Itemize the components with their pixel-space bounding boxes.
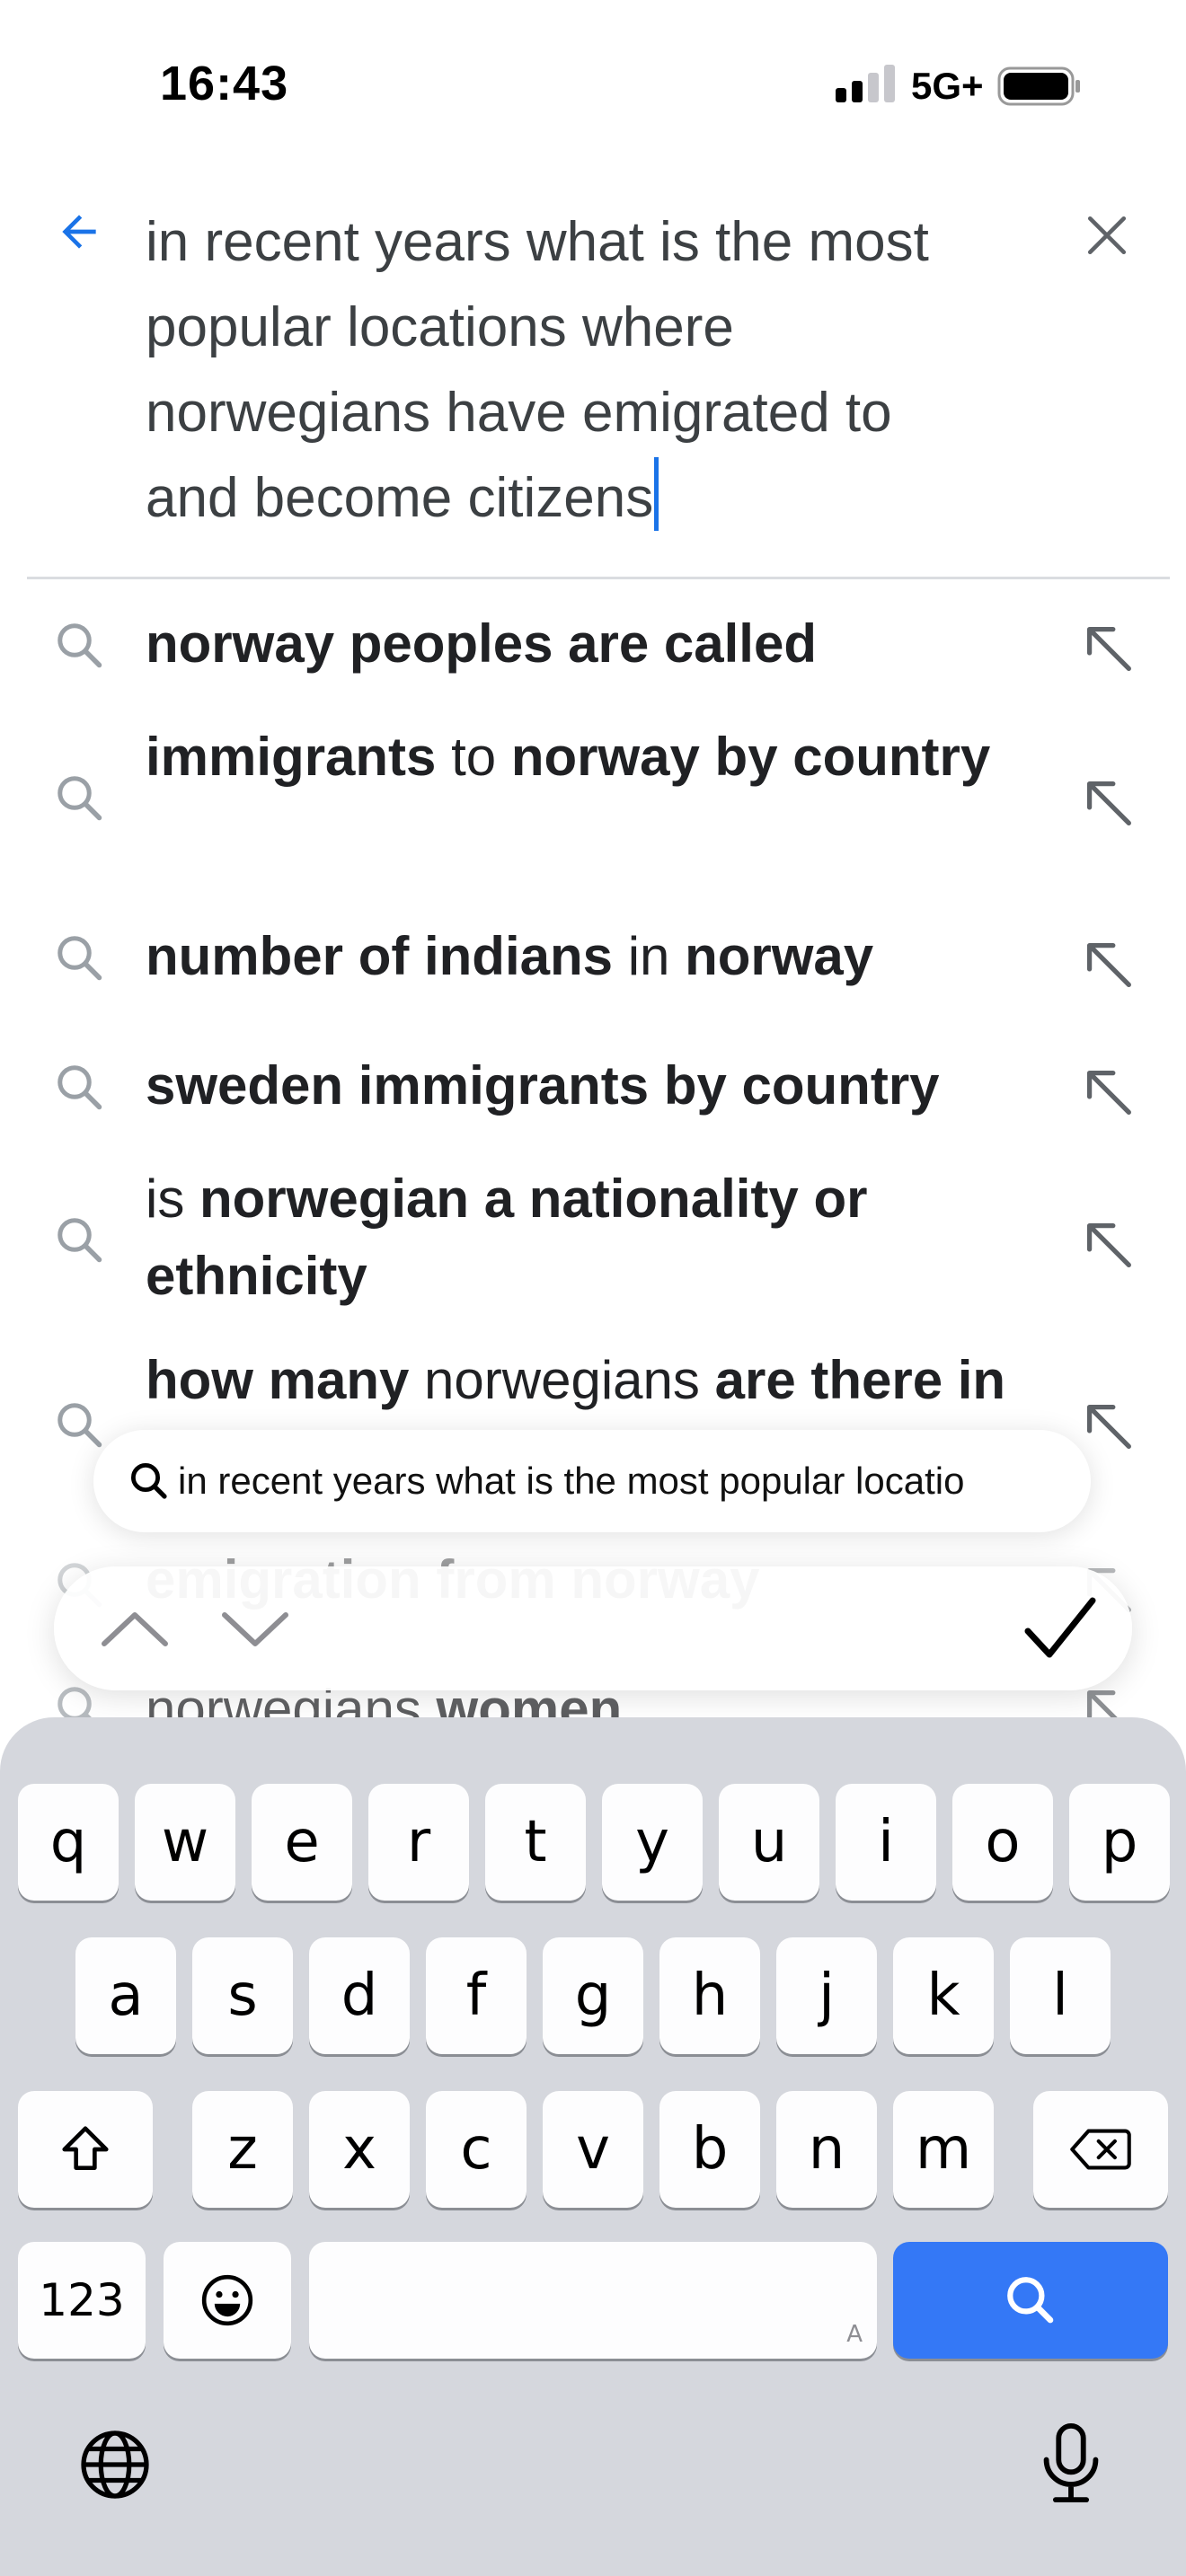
suggestion-text-bold: norwegian a nationality or ethnicity [146,1169,868,1306]
find-query-text: in recent years what is the most popular… [178,1460,965,1502]
suggestion-text: norway peoples are called [146,605,1026,683]
suggestion-text: is norwegian a nationality or ethnicity [146,1160,1026,1315]
suggestion-text: sweden immigrants by country [146,1047,1026,1125]
key-w[interactable]: w [135,1784,235,1901]
backspace-icon [1070,2129,1131,2170]
space-key[interactable]: A [309,2242,877,2359]
key-u[interactable]: u [719,1784,819,1901]
microphone-icon[interactable] [1033,2420,1109,2506]
key-x[interactable]: x [309,2091,410,2208]
key-z[interactable]: z [192,2091,293,2208]
key-r[interactable]: r [368,1784,469,1901]
find-in-page-field[interactable]: in recent years what is the most popular… [93,1430,1091,1532]
fill-query-arrow-icon[interactable] [1076,1060,1139,1123]
search-key[interactable] [893,2242,1168,2359]
suggestion-item[interactable]: sweden immigrants by country [0,1042,1186,1132]
done-checkmark-icon[interactable] [1015,1584,1105,1674]
back-arrow-icon [62,215,96,249]
search-icon [58,623,102,668]
suggestion-text-bold: sweden immigrants by country [146,1055,940,1116]
key-a[interactable]: a [75,1937,176,2054]
key-i[interactable]: i [836,1784,936,1901]
search-icon [58,936,102,981]
suggestion-item[interactable]: immigrants to norway by country [0,719,1186,880]
battery-icon [997,66,1080,106]
fill-query-arrow-icon[interactable] [1076,771,1139,834]
key-p[interactable]: p [1069,1784,1170,1901]
cellular-signal-icon [836,65,895,102]
key-d[interactable]: d [309,1937,410,2054]
key-e[interactable]: e [252,1784,352,1901]
fill-query-arrow-icon[interactable] [1076,616,1139,679]
emoji-key[interactable] [164,2242,291,2359]
suggestion-text-regular: is [146,1169,199,1229]
key-g[interactable]: g [543,1937,643,2054]
search-query-input[interactable]: in recent years what is the most popular… [146,199,990,541]
search-icon [58,776,102,821]
key-q[interactable]: q [18,1784,119,1901]
suggestion-item[interactable]: is norwegian a nationality or ethnicity [0,1160,1186,1322]
back-button[interactable] [50,203,108,260]
suggestion-item[interactable]: number of indians in norway [0,913,1186,1002]
emoji-icon [201,2274,253,2326]
suggestion-text-regular: to [436,727,511,787]
status-time: 16:43 [160,57,289,110]
suggestion-item[interactable]: norway peoples are called [0,600,1186,690]
previous-match-chevron-up-icon[interactable] [92,1593,178,1665]
key-v[interactable]: v [543,2091,643,2208]
space-language-hint: A [846,2321,863,2348]
key-l[interactable]: l [1010,1937,1111,2054]
numbers-key[interactable]: 123 [18,2242,146,2359]
key-m[interactable]: m [893,2091,994,2208]
text-cursor [654,457,659,531]
next-match-chevron-down-icon[interactable] [212,1593,298,1665]
search-icon [58,1218,102,1263]
key-j[interactable]: j [776,1937,877,2054]
key-y[interactable]: y [602,1784,703,1901]
key-b[interactable]: b [659,2091,760,2208]
on-screen-keyboard: qwertyuiop asdfghjkl zxcvbnm 123 A [0,1717,1186,2576]
suggestion-text-bold: norway by country [510,727,991,787]
header-divider [27,577,1170,579]
key-s[interactable]: s [192,1937,293,2054]
suggestion-text-bold: norway peoples are called [146,613,817,674]
key-c[interactable]: c [426,2091,527,2208]
suggestion-text: number of indians in norway [146,918,1026,995]
backspace-key[interactable] [1033,2091,1168,2208]
network-type: 5G+ [911,65,984,107]
suggestion-text-regular: norwegians [409,1350,715,1410]
shift-key[interactable] [18,2091,153,2208]
search-query-text: in recent years what is the most popular… [146,211,945,529]
shift-arrow-icon [62,2126,109,2170]
suggestion-text-bold: immigrants [146,727,437,787]
search-icon [58,1403,102,1448]
fill-query-arrow-icon[interactable] [1076,1394,1139,1457]
fill-query-arrow-icon[interactable] [1076,1213,1139,1275]
suggestion-text-regular: in [613,926,686,986]
key-h[interactable]: h [659,1937,760,2054]
suggestion-text-bold: number of indians [146,926,614,986]
close-icon [1087,216,1127,255]
key-f[interactable]: f [426,1937,527,2054]
key-n[interactable]: n [776,2091,877,2208]
search-icon [58,1065,102,1110]
suggestion-text: immigrants to norway by country [146,719,1026,796]
suggestion-text-bold: how many [146,1350,410,1410]
fill-query-arrow-icon[interactable] [1076,932,1139,995]
clear-search-button[interactable] [1078,207,1136,264]
search-icon [130,1462,167,1499]
key-o[interactable]: o [952,1784,1053,1901]
key-t[interactable]: t [485,1784,586,1901]
find-navigation-bar [54,1566,1132,1690]
suggestion-text-bold: norway [685,926,874,986]
search-icon [1007,2277,1054,2324]
key-k[interactable]: k [893,1937,994,2054]
globe-icon[interactable] [77,2427,153,2502]
